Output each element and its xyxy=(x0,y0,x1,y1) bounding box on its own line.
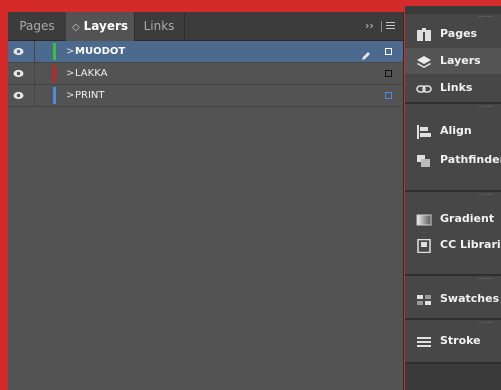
visibility-eye-icon[interactable] xyxy=(13,47,24,56)
links-icon xyxy=(416,81,432,95)
dock-item-label: CC Libraries xyxy=(440,238,501,251)
layer-color-swatch xyxy=(53,87,56,104)
layers-icon xyxy=(416,54,432,68)
dock-group-pages-layers-links: Pages Layers Links xyxy=(405,14,501,104)
dock-item-align[interactable]: Align xyxy=(405,118,501,144)
layers-panel: Pages ◇ Layers Links ›› > MUODOT > LAKKA… xyxy=(8,12,404,390)
panel-tab-bar: Pages ◇ Layers Links ›› xyxy=(8,12,403,41)
group-grip[interactable] xyxy=(479,16,493,19)
layer-color-swatch xyxy=(53,43,56,60)
swatches-icon xyxy=(416,292,432,306)
lock-column[interactable] xyxy=(34,41,35,62)
dock-group-stroke: Stroke xyxy=(405,320,501,364)
visibility-eye-icon[interactable] xyxy=(13,91,24,100)
dock-group-swatches: Swatches xyxy=(405,276,501,320)
layer-row-lakka[interactable]: > LAKKA xyxy=(8,63,403,85)
expand-arrow-icon[interactable]: > xyxy=(66,63,74,84)
group-grip[interactable] xyxy=(479,322,493,325)
align-icon xyxy=(416,124,432,139)
layer-name: MUODOT xyxy=(75,46,126,57)
dock-item-label: Gradient xyxy=(440,212,495,225)
dock-item-label: Swatches xyxy=(440,292,500,305)
collapse-panels-icon[interactable]: ›› xyxy=(365,12,374,40)
dock-item-pages[interactable]: Pages xyxy=(405,21,501,47)
expand-arrow-icon[interactable]: > xyxy=(66,41,74,62)
dock-item-cc-libraries[interactable]: CC Libraries xyxy=(405,232,501,258)
collapsed-panel-dock: Pages Layers Links Align Pathfinder Grad… xyxy=(405,12,501,390)
panel-menu-icon[interactable] xyxy=(386,22,395,30)
layer-name: PRINT xyxy=(75,90,105,101)
pages-icon xyxy=(416,27,432,41)
lock-column[interactable] xyxy=(34,63,35,84)
dock-item-stroke[interactable]: Stroke xyxy=(405,328,501,354)
tab-layers-label: Layers xyxy=(83,19,129,33)
layer-name: LAKKA xyxy=(75,68,108,79)
tab-pages-label: Pages xyxy=(19,19,55,33)
dock-item-label: Links xyxy=(440,81,473,94)
tab-links-label: Links xyxy=(143,19,175,33)
selection-square-icon[interactable] xyxy=(385,48,392,55)
gradient-icon xyxy=(416,212,432,226)
stroke-icon xyxy=(416,334,432,348)
panel-menu: ›› xyxy=(359,12,399,40)
dock-item-layers[interactable]: Layers xyxy=(405,48,501,74)
cc-libraries-icon xyxy=(416,238,432,254)
pathfinder-icon xyxy=(416,153,432,167)
visibility-eye-icon[interactable] xyxy=(13,69,24,78)
dock-item-label: Pages xyxy=(440,27,478,40)
menu-separator xyxy=(381,21,382,32)
dock-item-pathfinder[interactable]: Pathfinder xyxy=(405,147,501,173)
expand-arrow-icon[interactable]: > xyxy=(66,85,74,106)
tab-pages[interactable]: Pages xyxy=(8,12,67,40)
indesign-workspace: Pages ◇ Layers Links ›› > MUODOT > LAKKA… xyxy=(0,0,501,390)
group-grip[interactable] xyxy=(479,106,493,109)
group-grip[interactable] xyxy=(479,194,493,197)
dock-item-label: Align xyxy=(440,124,472,137)
group-grip[interactable] xyxy=(479,278,493,281)
selection-square-icon[interactable] xyxy=(385,70,392,77)
dock-item-label: Layers xyxy=(440,54,481,67)
dock-item-gradient[interactable]: Gradient xyxy=(405,206,501,232)
selection-square-icon[interactable] xyxy=(385,92,392,99)
dock-item-links[interactable]: Links xyxy=(405,75,501,101)
dock-group-gradient-cc: Gradient CC Libraries xyxy=(405,192,501,276)
layer-row-print[interactable]: > PRINT xyxy=(8,85,403,107)
dock-item-swatches[interactable]: Swatches xyxy=(405,286,501,312)
tab-resize-icon: ◇ xyxy=(71,22,80,33)
dock-item-label: Stroke xyxy=(440,334,481,347)
tab-links[interactable]: Links xyxy=(134,12,185,40)
pen-icon xyxy=(361,46,371,60)
dock-item-label: Pathfinder xyxy=(440,153,501,166)
layer-row-muodot[interactable]: > MUODOT xyxy=(8,41,403,63)
tab-layers[interactable]: ◇ Layers xyxy=(66,12,135,41)
lock-column[interactable] xyxy=(34,85,35,106)
layer-color-swatch xyxy=(53,65,56,82)
dock-group-align-pathfinder: Align Pathfinder xyxy=(405,104,501,192)
